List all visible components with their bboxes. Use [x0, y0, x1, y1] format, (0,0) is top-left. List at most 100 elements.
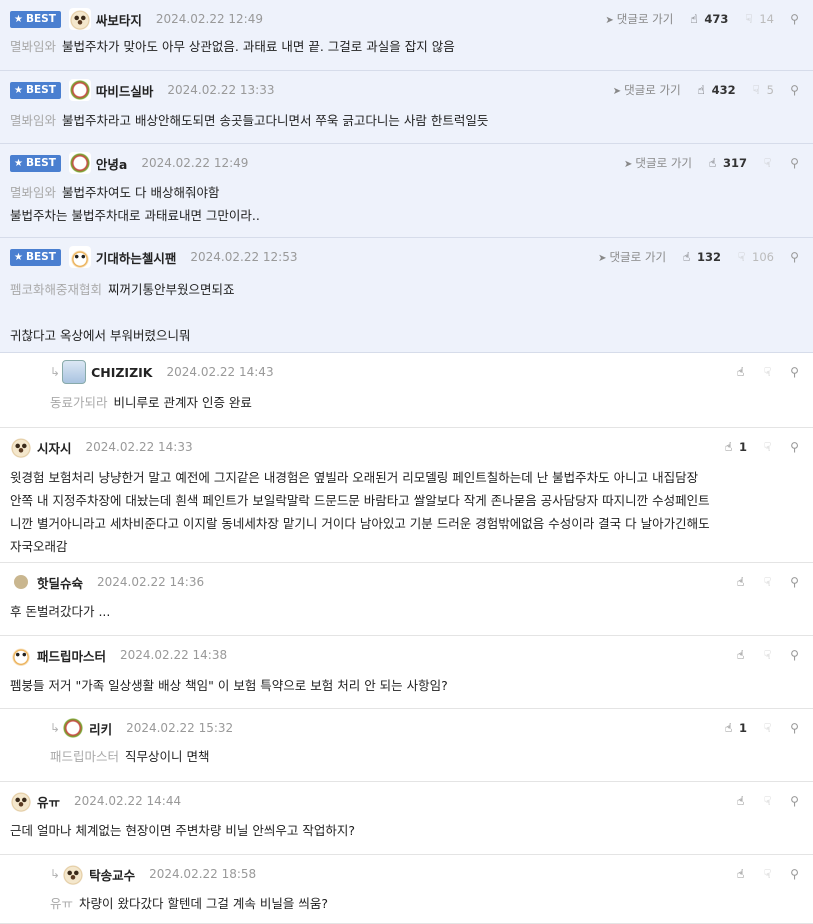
comment-body: 패드립마스터 직무상이니 면책 — [25, 745, 803, 768]
downvote-button[interactable]: ☟ — [761, 794, 774, 808]
mention-nickname[interactable]: 동료가되라 — [50, 395, 108, 410]
author-nickname[interactable]: 기대하는첼시팬 — [96, 248, 177, 267]
dog-icon[interactable] — [68, 8, 91, 30]
comment-text: 불법주차가 맞아도 아무 상관없음. 과태료 내면 끝. 그걸로 과실을 잡지 … — [62, 39, 455, 54]
comment-text: 비니루로 관계자 인증 완료 — [113, 395, 252, 410]
downvote-button[interactable]: ☟ 14 — [742, 12, 774, 26]
upvote-button[interactable]: ☝ — [734, 794, 747, 808]
comment-date: 2024.02.22 14:44 — [74, 794, 182, 808]
comment-date: 2024.02.22 18:58 — [149, 867, 257, 881]
comment-text: 윗경험 보험처리 냥냥한거 말고 예전에 그지같은 내경험은 옆빌라 오래된거 … — [10, 470, 699, 485]
link-icon[interactable]: ⚲ — [788, 365, 801, 379]
comment-header: 패드립마스터 2024.02.22 14:38 — [10, 644, 227, 666]
thumbs-down-icon: ☟ — [737, 250, 746, 264]
downvote-button[interactable]: ☟ 106 — [735, 250, 774, 264]
goto-comment-label: 댓글로 가기 — [624, 83, 681, 97]
best-badge: ★ BEST — [10, 154, 61, 172]
comment-body: 멸봐임와 불법주차여도 다 배상해줘야함 불법주차는 불법주차대로 과태료내면 그만… — [10, 181, 803, 227]
author-nickname[interactable]: 유ㅠ — [37, 792, 60, 811]
thumbs-up-icon: ☝ — [736, 365, 745, 379]
link-icon[interactable]: ⚲ — [788, 794, 801, 808]
ghost-icon[interactable] — [62, 360, 87, 384]
comment-line: 멸봐임와 불법주차가 맞아도 아무 상관없음. 과태료 내면 끝. 그걸로 과실을… — [10, 35, 803, 58]
downvote-button[interactable]: ☟ — [761, 721, 774, 735]
comment-actions: ➤ 댓글로 가기 ☝ 317 ☟ ⚲ — [624, 153, 801, 173]
fox-icon[interactable] — [10, 644, 32, 666]
comment-date: 2024.02.22 12:49 — [155, 12, 263, 26]
link-icon[interactable]: ⚲ — [788, 575, 801, 589]
clown-icon[interactable] — [62, 717, 85, 739]
author-nickname[interactable]: 리키 — [89, 719, 112, 738]
link-icon[interactable]: ⚲ — [788, 440, 801, 454]
author-nickname[interactable]: 따비드실바 — [96, 81, 154, 100]
thumbs-down-icon: ☟ — [763, 721, 772, 735]
thumbs-down-icon: ☟ — [745, 12, 753, 26]
author-nickname[interactable]: 안녕a — [96, 154, 127, 173]
upvote-button[interactable]: ☝ — [734, 867, 747, 881]
author-nickname[interactable]: 패드립마스터 — [37, 646, 106, 665]
author-nickname[interactable]: 탁송교수 — [89, 865, 135, 884]
comment-text: 찌꺼기통안부웠으면되죠 — [108, 282, 235, 297]
author-nickname[interactable]: 시자시 — [37, 438, 72, 457]
link-icon[interactable]: ⚲ — [788, 648, 801, 662]
upvote-button[interactable]: ☝ 1 — [722, 721, 747, 735]
downvote-button[interactable]: ☟ — [761, 156, 774, 170]
upvote-button[interactable]: ☝ — [734, 365, 747, 379]
mention-nickname[interactable]: 멸봐임와 — [10, 113, 56, 128]
comment-text: 안쪽 내 지정주차장에 대놨는데 흰색 페인트가 보일락말락 드문드문 바람타고… — [10, 493, 710, 508]
comment-date: 2024.02.22 14:33 — [85, 440, 193, 454]
mention-nickname[interactable]: 패드립마스터 — [50, 749, 119, 764]
link-icon[interactable]: ⚲ — [788, 12, 801, 26]
comment-text: 불법주차라고 배상안해도되면 송곳들고다니면서 쭈욱 긁고다니는 사람 한트럭일… — [62, 113, 489, 128]
downvote-button[interactable]: ☟ — [761, 867, 774, 881]
downvote-button[interactable]: ☟ 5 — [750, 83, 774, 97]
best-badge: ★ BEST — [10, 10, 61, 28]
mention-nickname[interactable]: 멸봐임와 — [10, 185, 56, 200]
mention-nickname[interactable]: 멸봐임와 — [10, 39, 56, 54]
upvote-button[interactable]: ☝ 473 — [687, 12, 728, 26]
downvote-button[interactable]: ☟ — [761, 440, 774, 454]
comment-header: 시자시 2024.02.22 14:33 — [10, 436, 193, 458]
upvote-count: 317 — [722, 156, 747, 170]
thumbs-up-icon: ☝ — [697, 83, 705, 97]
comment-line: 자국오래감 — [10, 535, 803, 558]
link-icon[interactable]: ⚲ — [788, 867, 801, 881]
goto-comment-link[interactable]: ➤ 댓글로 가기 — [605, 11, 673, 27]
circle-icon[interactable] — [14, 575, 28, 589]
link-icon[interactable]: ⚲ — [788, 721, 801, 735]
dog-icon[interactable] — [10, 790, 32, 812]
link-icon[interactable]: ⚲ — [788, 250, 801, 264]
mention-nickname[interactable]: 펨코화해중재협회 — [10, 282, 102, 297]
clown-icon[interactable] — [68, 152, 91, 174]
comment-actions: ☝ ☟ ⚲ — [734, 362, 801, 382]
upvote-button[interactable]: ☝ 132 — [680, 250, 721, 264]
downvote-button[interactable]: ☟ — [761, 365, 774, 379]
clown-icon[interactable] — [68, 79, 91, 101]
star-icon: ★ — [14, 251, 23, 263]
upvote-button[interactable]: ☝ 317 — [706, 156, 747, 170]
comment-actions: ➤ 댓글로 가기 ☝ 473 ☟ 14 ⚲ — [605, 9, 801, 29]
link-icon[interactable]: ⚲ — [788, 156, 801, 170]
downvote-button[interactable]: ☟ — [761, 648, 774, 662]
comment-date: 2024.02.22 12:49 — [141, 156, 249, 170]
link-icon[interactable]: ⚲ — [788, 83, 801, 97]
comment-actions: ☝ ☟ ⚲ — [734, 572, 801, 592]
goto-comment-link[interactable]: ➤ 댓글로 가기 — [624, 155, 692, 171]
dog-icon[interactable] — [62, 863, 85, 885]
goto-comment-link[interactable]: ➤ 댓글로 가기 — [598, 249, 666, 265]
comment-actions: ☝ ☟ ⚲ — [734, 864, 801, 884]
upvote-button[interactable]: ☝ 432 — [695, 83, 736, 97]
goto-comment-link[interactable]: ➤ 댓글로 가기 — [613, 82, 681, 98]
author-nickname[interactable]: 핫딜슈슉 — [37, 573, 83, 592]
fox-icon[interactable] — [68, 246, 91, 268]
dog-icon[interactable] — [10, 436, 32, 458]
mention-nickname[interactable]: 유ㅠ — [50, 896, 73, 911]
upvote-button[interactable]: ☝ 1 — [722, 440, 747, 454]
author-nickname[interactable]: CHIZIZIK — [91, 365, 152, 380]
author-nickname[interactable]: 싸보타지 — [96, 10, 142, 29]
downvote-button[interactable]: ☟ — [761, 575, 774, 589]
comment-actions: ☝ 1 ☟ ⚲ — [722, 437, 801, 457]
upvote-button[interactable]: ☝ — [734, 648, 747, 662]
comment-body: 동료가되라 비니루로 관계자 인증 완료 — [25, 391, 803, 414]
upvote-button[interactable]: ☝ — [734, 575, 747, 589]
